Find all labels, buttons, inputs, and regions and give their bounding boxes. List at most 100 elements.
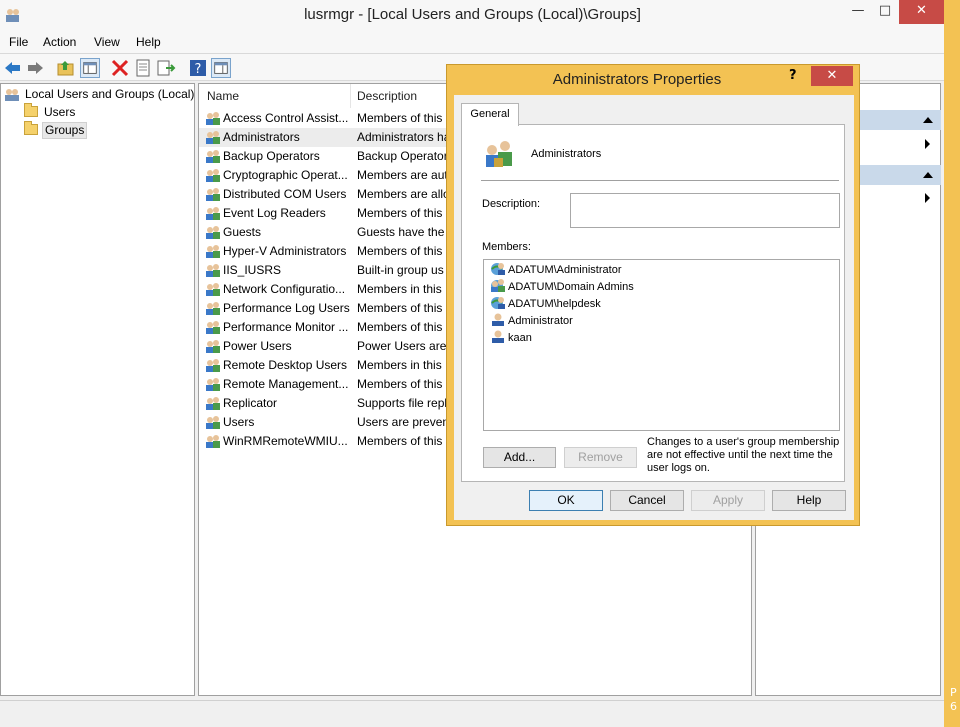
group-name-cell: Cryptographic Operat... (223, 168, 348, 182)
group-icon (205, 339, 221, 354)
group-name-cell: Guests (223, 225, 262, 239)
group-icon (205, 396, 221, 411)
dialog-close-button[interactable]: ✕ (811, 66, 853, 86)
back-arrow-icon[interactable] (3, 58, 23, 78)
svg-text:?: ? (195, 62, 202, 77)
group-icon (205, 244, 221, 259)
divider (481, 180, 839, 181)
member-item[interactable]: Administrator (490, 312, 573, 329)
member-name: kaan (508, 332, 532, 344)
folder-icon (24, 121, 38, 135)
group-name-cell: Remote Desktop Users (223, 358, 348, 372)
members-label: Members: (482, 241, 531, 253)
window-title: lusrmgr - [Local Users and Groups (Local… (304, 6, 641, 23)
domain-user-icon (490, 261, 506, 276)
background-window-text-line-2: 6 (950, 700, 957, 713)
member-name: ADATUM\Domain Admins (508, 281, 634, 293)
remove-button[interactable]: Remove (564, 447, 637, 468)
group-icon (205, 168, 221, 183)
add-button[interactable]: Add... (483, 447, 556, 468)
domain-user-icon (490, 295, 506, 310)
more-actions-arrow-icon[interactable] (925, 139, 930, 149)
collapse-icon (923, 172, 933, 178)
up-folder-icon[interactable] (56, 58, 76, 78)
menu-file[interactable]: File (9, 35, 28, 49)
dialog-help-button[interactable]: ? (789, 68, 797, 83)
title-bar: lusrmgr - [Local Users and Groups (Local… (0, 0, 960, 32)
group-icon (486, 141, 512, 167)
menu-action[interactable]: Action (43, 35, 76, 49)
group-icon (205, 320, 221, 335)
member-name: Administrator (508, 315, 573, 327)
background-window-text-line-1: P (950, 686, 957, 699)
group-name: Administrators (531, 148, 602, 160)
local-users-groups-icon (5, 89, 19, 101)
group-icon (205, 187, 221, 202)
ok-button[interactable]: OK (529, 490, 603, 511)
menu-help[interactable]: Help (136, 35, 161, 49)
group-name-cell: Performance Log Users (223, 301, 350, 315)
group-name-cell: Network Configuratio... (223, 282, 346, 296)
member-item[interactable]: ADATUM\Domain Admins (490, 278, 634, 295)
group-name-cell: IIS_IUSRS (223, 263, 282, 277)
more-actions-arrow-icon[interactable] (925, 193, 930, 203)
apply-button[interactable]: Apply (691, 490, 765, 511)
properties-icon[interactable] (133, 58, 153, 78)
column-header-description[interactable]: Description (357, 84, 417, 108)
tree-item-label: Groups (42, 122, 88, 139)
column-header-name[interactable]: Name (207, 84, 239, 108)
group-name-cell: Distributed COM Users (223, 187, 347, 201)
member-item[interactable]: ADATUM\helpdesk (490, 295, 601, 312)
column-separator[interactable] (350, 84, 351, 108)
forward-arrow-icon[interactable] (25, 58, 45, 78)
dialog-title: Administrators Properties (552, 71, 722, 88)
background-window-text: P 6 (950, 686, 957, 714)
members-list[interactable]: ADATUM\Administrator ADATUM\Domain Admins… (483, 259, 840, 431)
cancel-button[interactable]: Cancel (610, 490, 684, 511)
minimize-button[interactable]: — (844, 0, 872, 24)
maximize-button[interactable]: □ (871, 0, 899, 24)
collapse-icon (923, 117, 933, 123)
general-tab-panel: Administrators Description: Members: ADA… (461, 124, 845, 482)
export-list-icon[interactable] (156, 58, 176, 78)
group-icon (205, 149, 221, 164)
properties-dialog: Administrators Properties ? ✕ General Ad… (446, 64, 860, 526)
group-icon (205, 111, 221, 126)
group-name-cell: Power Users (223, 339, 292, 353)
group-icon (205, 377, 221, 392)
group-name-cell: Administrators (223, 130, 300, 144)
local-user-icon (490, 312, 506, 327)
member-name: ADATUM\Administrator (508, 264, 622, 276)
group-icon (205, 434, 221, 449)
delete-icon[interactable] (110, 58, 130, 78)
local-user-icon (490, 329, 506, 344)
group-name-cell: Performance Monitor ... (223, 320, 349, 334)
member-item[interactable]: ADATUM\Administrator (490, 261, 621, 278)
folder-icon (24, 103, 38, 117)
group-name-cell: Replicator (223, 396, 278, 410)
close-button[interactable]: ✕ (899, 0, 944, 24)
background-window-edge (944, 0, 960, 727)
description-field[interactable] (570, 193, 840, 228)
tab-general[interactable]: General (461, 103, 519, 126)
menu-view[interactable]: View (94, 35, 120, 49)
group-icon (205, 301, 221, 316)
group-name-cell: Hyper-V Administrators (223, 244, 347, 258)
tree-item-label: Users (44, 105, 76, 119)
group-name-cell: Users (223, 415, 255, 429)
group-icon (205, 358, 221, 373)
group-icon (205, 206, 221, 221)
show-hide-tree-icon[interactable] (80, 58, 100, 78)
show-hide-action-pane-icon[interactable] (211, 58, 231, 78)
group-icon (205, 263, 221, 278)
group-icon (205, 225, 221, 240)
help-icon[interactable]: ? (188, 58, 208, 78)
group-name-cell: Remote Management... (223, 377, 349, 391)
member-item[interactable]: kaan (490, 329, 532, 346)
domain-group-icon (490, 278, 506, 293)
membership-note: Changes to a user's group membership are… (647, 436, 840, 474)
group-name-cell: WinRMRemoteWMIU... (223, 434, 348, 448)
tree-root-label: Local Users and Groups (Local) (25, 87, 195, 101)
group-name-cell: Event Log Readers (223, 206, 326, 220)
help-button[interactable]: Help (772, 490, 846, 511)
